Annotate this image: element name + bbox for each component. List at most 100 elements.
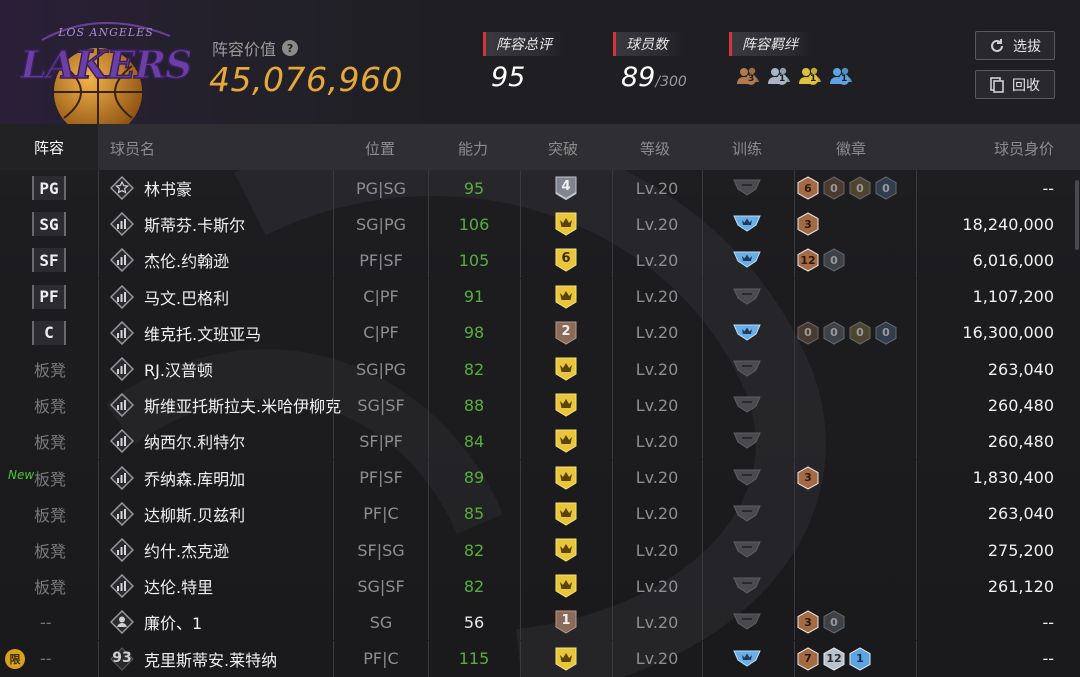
lineup-slot[interactable]: PF (0, 279, 66, 315)
breakthrough-cell[interactable] (520, 206, 612, 242)
badge-count: 0 (804, 326, 812, 340)
training-inactive-icon[interactable] (733, 429, 761, 453)
lineup-slot[interactable]: PG (0, 170, 66, 206)
player-row[interactable]: 板凳 斯维亚托斯拉夫.米哈伊柳克 SG|SF 88 Lv.20 260,480 (0, 387, 1080, 424)
training-inactive-icon[interactable] (733, 538, 761, 562)
training-active-icon[interactable] (733, 212, 761, 236)
lineup-slot[interactable]: SG (0, 206, 66, 242)
col-level[interactable]: 等级 (640, 138, 670, 159)
breakthrough-cell[interactable] (520, 351, 612, 387)
col-name[interactable]: 球员名 (110, 138, 155, 159)
player-name[interactable]: 斯蒂芬.卡斯尔 (144, 206, 245, 242)
player-name[interactable]: 达柳斯.贝兹利 (144, 496, 245, 532)
breakthrough-cell[interactable] (520, 641, 612, 677)
col-badges[interactable]: 徽章 (836, 138, 866, 159)
badges-cell[interactable]: 6 0 0 0 (796, 170, 898, 206)
player-row[interactable]: SG 斯蒂芬.卡斯尔 SG|PG 106 Lv.20 3 18,240,000 (0, 206, 1080, 243)
training-inactive-icon[interactable] (733, 502, 761, 526)
player-row[interactable]: New 板凳 乔纳森.库明加 PF|SF 89 Lv.20 3 1,830,400 (0, 459, 1080, 496)
training-inactive-icon[interactable] (733, 357, 761, 381)
training-inactive-icon[interactable] (733, 610, 761, 634)
col-value[interactable]: 球员身价 (994, 138, 1054, 159)
player-row[interactable]: 板凳 达伦.特里 SG|SF 82 Lv.20 261,120 (0, 568, 1080, 605)
player-row[interactable]: SF 杰伦.约翰逊 PF|SF 105 6 Lv.20 12 0 6,016,000 (0, 242, 1080, 279)
recycle-button[interactable]: 回收 (975, 70, 1055, 99)
player-row[interactable]: -- 廉价、1 SG 56 1 Lv.20 3 0 -- (0, 604, 1080, 641)
player-name[interactable]: 廉价、1 (144, 604, 202, 640)
badges-cell[interactable]: 12 0 (796, 242, 846, 278)
badges-cell[interactable]: 3 (796, 460, 820, 496)
lineup-slot[interactable]: C (0, 315, 66, 351)
breakthrough-cell[interactable]: 4 (520, 170, 612, 206)
pick-button[interactable]: 选拔 (975, 31, 1055, 60)
col-breakthrough[interactable]: 突破 (548, 138, 578, 159)
chemistry-icons[interactable]: 3111 (736, 64, 853, 88)
training-cell[interactable] (702, 460, 792, 496)
player-row[interactable]: 板凳 RJ.汉普顿 SG|PG 82 Lv.20 263,040 (0, 351, 1080, 387)
player-name[interactable]: 斯维亚托斯拉夫.米哈伊柳克 (144, 387, 341, 423)
breakthrough-icon (553, 501, 579, 527)
badge-count: 12 (826, 652, 842, 666)
training-active-icon[interactable] (733, 647, 761, 671)
badges-cell[interactable]: 30 (796, 604, 846, 640)
lineup-slot[interactable]: SF (0, 242, 66, 278)
training-inactive-icon[interactable] (733, 176, 761, 200)
training-cell[interactable] (702, 206, 792, 242)
player-name[interactable]: 纳西尔.利特尔 (144, 423, 245, 459)
training-cell[interactable] (702, 170, 792, 206)
player-name[interactable]: 达伦.特里 (144, 568, 213, 604)
training-cell[interactable] (702, 641, 792, 677)
badges-cell[interactable]: 3 (796, 206, 820, 242)
badges-cell[interactable]: 0 0 0 0 (796, 315, 898, 351)
training-cell[interactable] (702, 496, 792, 532)
training-cell[interactable] (702, 423, 792, 459)
player-row[interactable]: C 维克托.文班亚马 C|PF 98 2 Lv.20 0 0 0 0 16,300,000 (0, 314, 1080, 351)
training-cell[interactable] (702, 532, 792, 568)
player-name[interactable]: 杰伦.约翰逊 (144, 242, 229, 278)
training-cell[interactable] (702, 387, 792, 423)
player-row[interactable]: 板凳 约什.杰克逊 SF|SG 82 Lv.20 275,200 (0, 532, 1080, 568)
player-name[interactable]: 约什.杰克逊 (144, 532, 229, 568)
player-name[interactable]: 维克托.文班亚马 (144, 315, 261, 351)
training-cell[interactable] (702, 351, 792, 387)
tab-lineup[interactable]: 阵容 (0, 124, 98, 170)
training-active-icon[interactable] (733, 321, 761, 345)
breakthrough-cell[interactable] (520, 460, 612, 496)
col-ability[interactable]: 能力 (458, 138, 488, 159)
training-cell[interactable] (702, 568, 792, 604)
breakthrough-cell[interactable] (520, 496, 612, 532)
breakthrough-cell[interactable]: 2 (520, 315, 612, 351)
breakthrough-cell[interactable]: 6 (520, 242, 612, 278)
player-name[interactable]: 马文.巴格利 (144, 279, 229, 315)
player-row[interactable]: 限 -- 93 克里斯蒂安.莱特纳 PF|C 115 Lv.20 7 12 1 -- (0, 640, 1080, 677)
player-row[interactable]: 板凳 纳西尔.利特尔 SF|PF 84 Lv.20 260,480 (0, 423, 1080, 460)
breakthrough-cell[interactable] (520, 568, 612, 604)
training-inactive-icon[interactable] (733, 574, 761, 598)
training-cell[interactable] (702, 315, 792, 351)
lineup-value-label-text: 阵容价值 (212, 40, 277, 59)
training-cell[interactable] (702, 242, 792, 278)
scrollbar[interactable] (1075, 180, 1079, 250)
breakthrough-cell[interactable] (520, 423, 612, 459)
help-icon[interactable]: ? (282, 40, 299, 56)
training-inactive-icon[interactable] (733, 393, 761, 417)
player-row[interactable]: PG 林书豪 PG|SG 95 4 Lv.20 6 0 0 0 -- (0, 170, 1080, 206)
player-name[interactable]: 克里斯蒂安.莱特纳 (144, 641, 277, 677)
breakthrough-cell[interactable]: 1 (520, 604, 612, 640)
player-row[interactable]: 板凳 达柳斯.贝兹利 PF|C 85 Lv.20 263,040 (0, 495, 1080, 532)
player-row[interactable]: PF 马文.巴格利 C|PF 91 Lv.20 1,107,200 (0, 278, 1080, 315)
breakthrough-cell[interactable] (520, 279, 612, 315)
training-cell[interactable] (702, 604, 792, 640)
badges-cell[interactable]: 7 12 1 (796, 641, 872, 677)
breakthrough-cell[interactable] (520, 532, 612, 568)
training-inactive-icon[interactable] (733, 285, 761, 309)
breakthrough-cell[interactable] (520, 387, 612, 423)
training-inactive-icon[interactable] (733, 466, 761, 490)
training-active-icon[interactable] (733, 248, 761, 272)
player-name[interactable]: RJ.汉普顿 (144, 351, 213, 387)
col-position[interactable]: 位置 (365, 138, 395, 159)
player-name[interactable]: 林书豪 (144, 170, 192, 206)
player-name[interactable]: 乔纳森.库明加 (144, 460, 245, 496)
col-training[interactable]: 训练 (732, 138, 762, 159)
training-cell[interactable] (702, 279, 792, 315)
